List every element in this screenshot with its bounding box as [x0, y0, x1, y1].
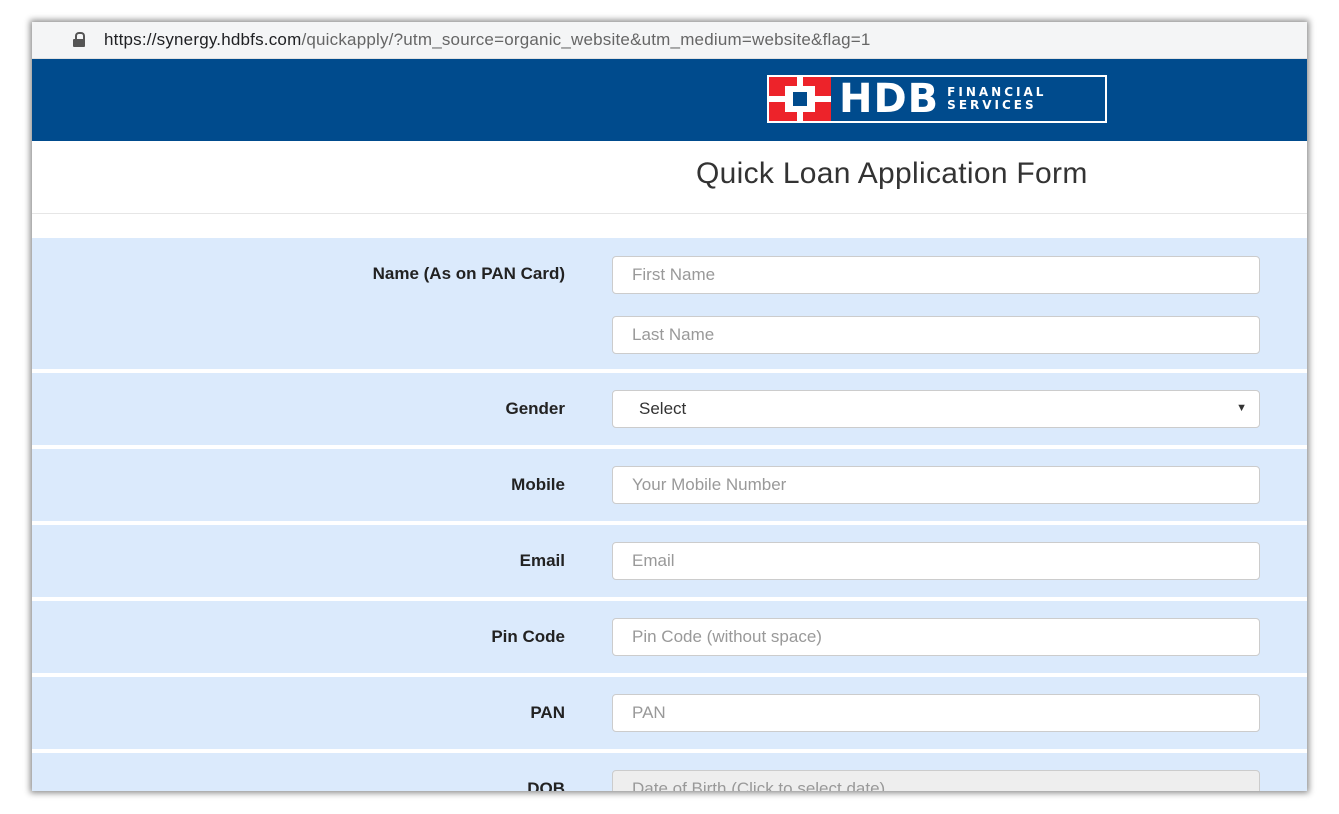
logo-subtitle: FINANCIAL SERVICES	[947, 86, 1046, 112]
address-bar[interactable]: https://synergy.hdbfs.com/quickapply/?ut…	[32, 22, 1307, 59]
spacer	[32, 214, 1307, 238]
pan-input-cell	[612, 694, 1260, 749]
gender-label-cell: Gender	[32, 390, 565, 445]
loan-form: Name (As on PAN Card) Gender Select ▼ Mo…	[32, 238, 1307, 791]
logo-wordmark: HDB	[839, 76, 940, 122]
title-section: Quick Loan Application Form	[32, 141, 1307, 214]
mobile-input[interactable]	[612, 466, 1260, 504]
hdb-logo[interactable]: HDB FINANCIAL SERVICES	[767, 75, 1107, 123]
dob-label: DOB	[527, 779, 565, 791]
mobile-label-cell: Mobile	[32, 466, 565, 521]
name-inputs	[612, 256, 1260, 369]
site-header: HDB FINANCIAL SERVICES	[32, 59, 1307, 141]
page-title: Quick Loan Application Form	[696, 157, 1088, 190]
dob-row: DOB	[32, 753, 1307, 791]
pincode-row: Pin Code	[32, 601, 1307, 673]
email-label: Email	[519, 551, 565, 570]
pan-input[interactable]	[612, 694, 1260, 732]
email-input-cell	[612, 542, 1260, 597]
url-host: https://synergy.hdbfs.com	[104, 30, 302, 49]
mobile-input-cell	[612, 466, 1260, 521]
gender-selected-value: Select	[639, 399, 687, 418]
email-input[interactable]	[612, 542, 1260, 580]
gender-select[interactable]: Select ▼	[612, 390, 1260, 428]
first-name-input[interactable]	[612, 256, 1260, 294]
gender-row: Gender Select ▼	[32, 373, 1307, 445]
name-row: Name (As on PAN Card)	[32, 238, 1307, 369]
mobile-row: Mobile	[32, 449, 1307, 521]
dob-input[interactable]	[612, 770, 1260, 791]
browser-window: https://synergy.hdbfs.com/quickapply/?ut…	[32, 22, 1307, 791]
mobile-label: Mobile	[511, 475, 565, 494]
dob-label-cell: DOB	[32, 770, 565, 791]
name-label: Name (As on PAN Card)	[372, 264, 565, 283]
lock-icon	[72, 32, 86, 48]
gender-input-cell: Select ▼	[612, 390, 1260, 445]
pan-label: PAN	[530, 703, 565, 722]
dob-input-cell	[612, 770, 1260, 791]
pincode-input-cell	[612, 618, 1260, 673]
logo-sub-line2: SERVICES	[947, 98, 1037, 112]
pan-label-cell: PAN	[32, 694, 565, 749]
url-path: /quickapply/?utm_source=organic_website&…	[301, 30, 871, 49]
pincode-input[interactable]	[612, 618, 1260, 656]
url-text[interactable]: https://synergy.hdbfs.com/quickapply/?ut…	[104, 30, 871, 50]
email-row: Email	[32, 525, 1307, 597]
pan-row: PAN	[32, 677, 1307, 749]
name-label-cell: Name (As on PAN Card)	[32, 256, 565, 369]
email-label-cell: Email	[32, 542, 565, 597]
gender-label: Gender	[505, 399, 565, 418]
last-name-input[interactable]	[612, 316, 1260, 354]
chevron-down-icon[interactable]: ▼	[1236, 402, 1247, 414]
pincode-label-cell: Pin Code	[32, 618, 565, 673]
logo-mark-icon	[769, 77, 831, 121]
pincode-label: Pin Code	[491, 627, 565, 646]
